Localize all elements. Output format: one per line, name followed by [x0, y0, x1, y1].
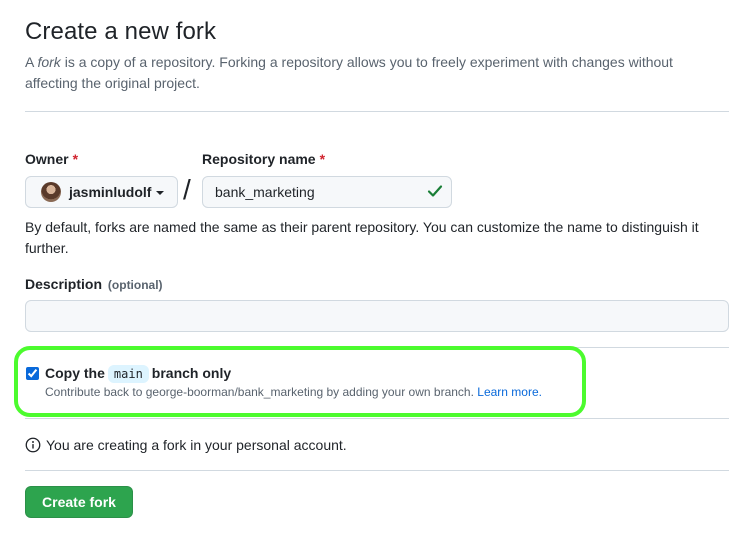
avatar [41, 182, 61, 202]
learn-more-link[interactable]: Learn more. [477, 385, 542, 399]
copy-branch-label-prefix: Copy the [45, 365, 105, 381]
description-divider [25, 347, 729, 348]
copy-branch-label-suffix: branch only [151, 365, 232, 381]
create-fork-button[interactable]: Create fork [25, 486, 133, 518]
page-title: Create a new fork [25, 18, 217, 45]
copy-main-branch-checkbox[interactable] [26, 367, 39, 380]
owner-select-button[interactable]: jasminludolf [25, 176, 178, 208]
owner-repo-separator: / [183, 174, 191, 205]
intro-text: A fork is a copy of a repository. Forkin… [25, 52, 729, 94]
check-icon [427, 185, 443, 197]
caret-down-icon [156, 191, 165, 195]
description-label-text: Description [25, 276, 103, 292]
repo-name-input[interactable] [202, 176, 452, 208]
description-optional-tag: (optional) [107, 278, 163, 292]
owner-name: jasminludolf [69, 184, 152, 200]
description-input[interactable] [25, 300, 729, 332]
repo-name-help-text: By default, forks are named the same as … [25, 219, 699, 256]
info-text: You are creating a fork in your personal… [46, 437, 347, 453]
intro-fork-word: fork [37, 54, 61, 70]
copy-branch-note-text: Contribute back to george-boorman/bank_m… [45, 385, 474, 399]
options-divider [25, 418, 729, 419]
info-icon [25, 437, 41, 453]
repo-name-label-text: Repository name [202, 151, 316, 167]
description-label: Description (optional) [25, 276, 163, 292]
copy-branch-label[interactable]: Copy the main branch only [45, 365, 232, 383]
copy-branch-note: Contribute back to george-boorman/bank_m… [45, 385, 542, 399]
footer-divider [25, 470, 729, 471]
branch-name-chip: main [107, 365, 149, 383]
header-divider [25, 111, 729, 112]
intro-prefix: A [25, 54, 38, 70]
intro-body: is a copy of a repository. Forking a rep… [25, 54, 673, 91]
owner-label: Owner * [25, 151, 78, 167]
owner-required-mark: * [72, 151, 79, 167]
info-message: You are creating a fork in your personal… [25, 437, 347, 453]
owner-label-text: Owner [25, 151, 69, 167]
repo-name-required-mark: * [319, 151, 326, 167]
repo-name-label: Repository name * [202, 151, 325, 167]
highlight-annotation [14, 346, 586, 417]
